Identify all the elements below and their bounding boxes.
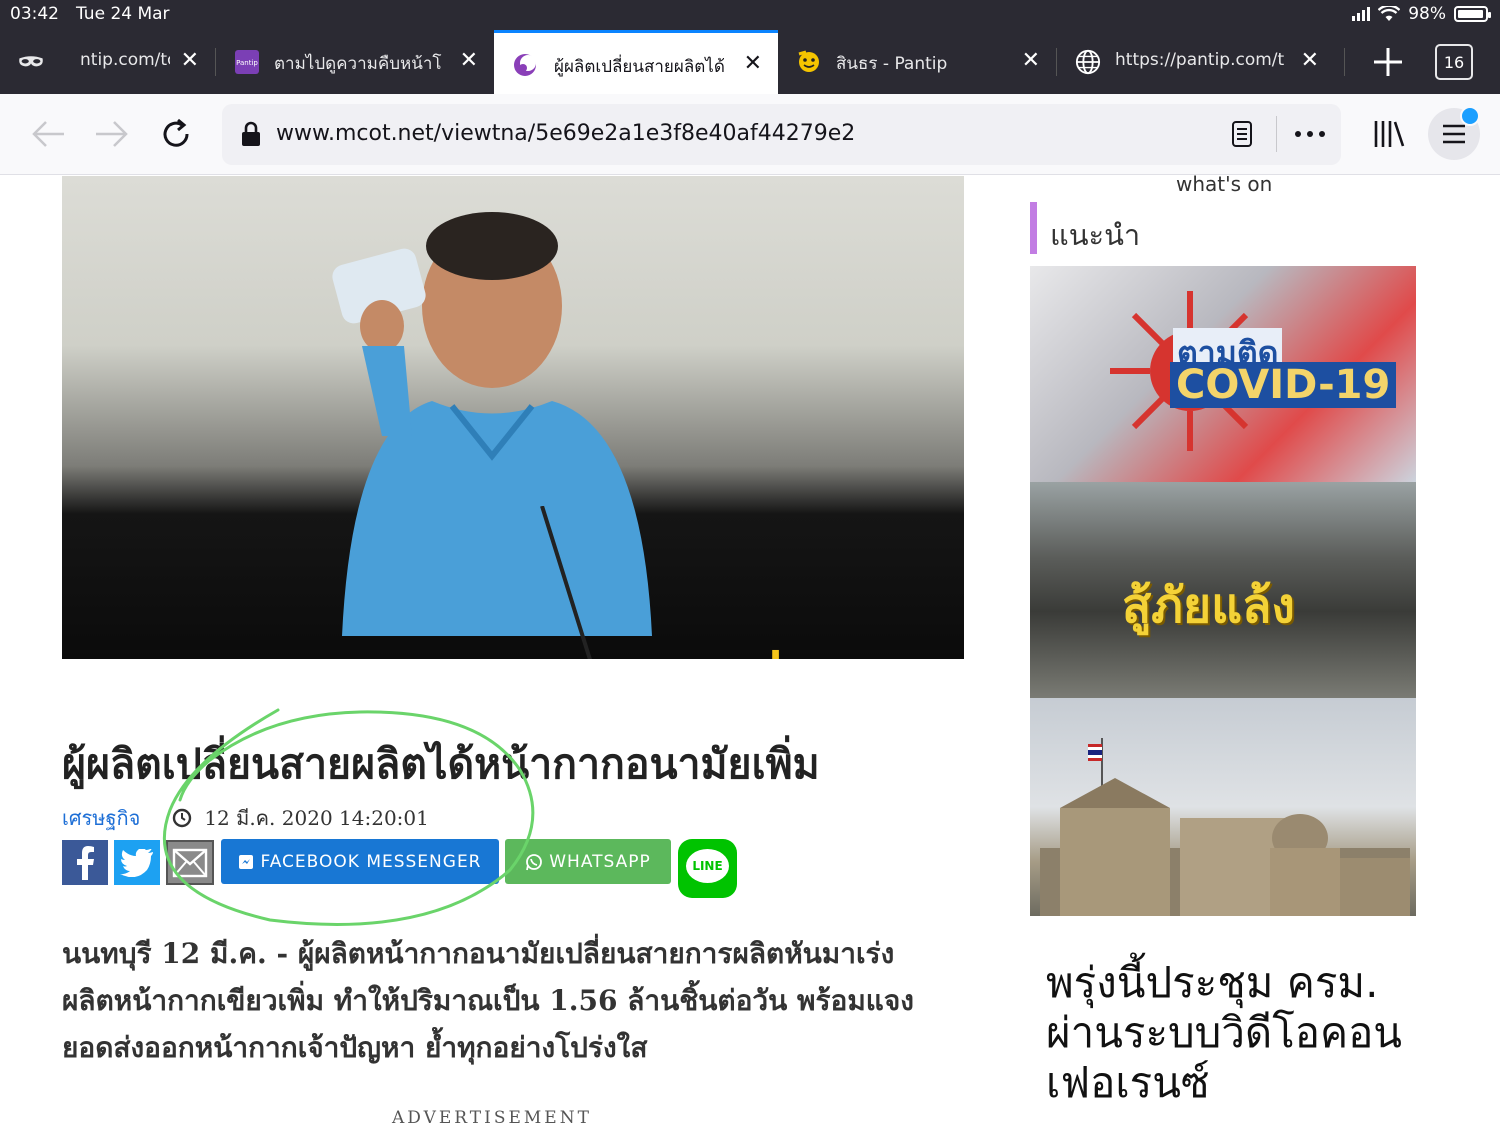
back-arrow-icon xyxy=(32,121,64,147)
section-accent-bar xyxy=(1030,202,1037,254)
tab-4-close-icon[interactable]: ✕ xyxy=(1022,48,1040,73)
tab-count: 16 xyxy=(1443,52,1465,72)
library-icon xyxy=(1374,121,1405,147)
page-actions-button[interactable] xyxy=(1290,118,1330,150)
status-time: 03:42 xyxy=(10,4,59,24)
battery-icon xyxy=(1454,6,1491,22)
mask-icon xyxy=(18,49,44,75)
annotation-circle xyxy=(162,708,535,926)
pantip-logo-icon: Pantip xyxy=(234,49,260,75)
recommend-heading: แนะนำ xyxy=(1050,218,1141,252)
share-facebook-button[interactable] xyxy=(62,840,108,885)
new-tab-button[interactable] xyxy=(1368,42,1408,82)
cellular-signal-icon xyxy=(1352,7,1371,21)
emoji-icon xyxy=(796,49,822,75)
reload-button[interactable] xyxy=(154,112,198,156)
advertisement-label: ADVERTISEMENT xyxy=(392,1108,592,1128)
sidebar-story-title[interactable]: พรุ่งนี้ประชุม ครม. ผ่านระบบวิดีโอคอนเฟอ… xyxy=(1046,958,1426,1108)
forward-button[interactable] xyxy=(90,112,134,156)
tab-5[interactable]: https://pantip.com/tc ✕ xyxy=(1057,30,1335,94)
facebook-icon xyxy=(77,845,94,880)
battery-percent: 98% xyxy=(1408,4,1446,24)
status-right: 98% xyxy=(1352,4,1491,24)
category-link[interactable]: เศรษฐกิจ xyxy=(62,802,140,834)
tab-2-title: ตามไปดูความคืบหน้าโ xyxy=(274,54,442,74)
reader-mode-icon xyxy=(1232,121,1252,147)
tab-1-close-icon[interactable]: ✕ xyxy=(181,48,199,73)
drought-card-label: สู้ภัยแล้ง xyxy=(1122,578,1295,634)
more-dots-icon xyxy=(1295,131,1325,137)
covid-card-label: COVID-19 xyxy=(1170,362,1397,408)
url-text: www.mcot.net/viewtna/5e69e2a1e3f8e40af44… xyxy=(276,121,856,146)
status-bar: 03:42 Tue 24 Mar 98% xyxy=(0,0,1500,30)
tab-5-close-icon[interactable]: ✕ xyxy=(1301,48,1319,73)
tab-1-title: ntip.com/tc xyxy=(80,50,170,70)
drought-card[interactable]: สู้ภัยแล้ง xyxy=(1030,482,1416,698)
share-line-button[interactable]: LINE xyxy=(678,839,737,898)
lead-line: ยอดส่งออกหน้ากากเจ้าปัญหา ย้ำทุกอย่างโปร… xyxy=(62,1031,648,1064)
mcot-logo-icon xyxy=(512,52,538,78)
whatsapp-label: WHATSAPP xyxy=(549,851,651,872)
microphone-icon xyxy=(540,506,592,659)
plus-icon xyxy=(1374,48,1402,76)
globe-icon xyxy=(1075,49,1101,75)
menu-button[interactable] xyxy=(1428,106,1480,160)
update-dot-icon xyxy=(1460,106,1480,126)
tab-5-title: https://pantip.com/tc xyxy=(1115,50,1285,70)
tab-bar: ntip.com/tc ✕ Pantip ตามไปดูความคืบหน้าโ… xyxy=(0,30,1500,94)
navigation-toolbar: www.mcot.net/viewtna/5e69e2a1e3f8e40af44… xyxy=(0,94,1500,175)
lead-line: นนทบุรี 12 มี.ค. - ผู้ผลิตหน้ากากอนามัยเ… xyxy=(62,937,895,970)
covid-card[interactable]: ตามติด COVID-19 xyxy=(1030,266,1416,482)
tab-3-title: ผู้ผลิตเปลี่ยนสายผลิตได้ xyxy=(554,57,724,77)
government-building-photo xyxy=(1040,738,1410,916)
reader-mode-button[interactable] xyxy=(1226,118,1258,150)
tab-3-active[interactable]: ผู้ผลิตเปลี่ยนสายผลิตได้ ✕ xyxy=(494,30,778,94)
tab-separator xyxy=(1344,48,1345,76)
wifi-icon xyxy=(1378,6,1401,21)
tab-count-button[interactable]: 16 xyxy=(1435,44,1473,80)
tab-3-close-icon[interactable]: ✕ xyxy=(744,51,762,76)
lead-line: ผลิตหน้ากากเขียวเพิ่ม ทำให้ปริมาณเป็น 1.… xyxy=(62,984,914,1017)
line-bubble-icon: LINE xyxy=(686,849,729,883)
lock-icon xyxy=(242,121,260,146)
hero-image: ผลิตหน้ากากเขียวเพิ่ม xyxy=(62,176,964,659)
tab-2[interactable]: Pantip ตามไปดูความคืบหน้าโ ✕ xyxy=(216,30,494,94)
reload-icon xyxy=(163,118,189,147)
tab-4-title: สินธร - Pantip xyxy=(836,54,948,74)
government-house-card[interactable] xyxy=(1030,698,1416,916)
url-bar[interactable]: www.mcot.net/viewtna/5e69e2a1e3f8e40af44… xyxy=(222,104,1341,165)
hero-caption: ผลิตหน้ากากเขียวเพิ่ม xyxy=(62,644,964,659)
battery-fill xyxy=(1458,10,1483,18)
svg-text:Pantip: Pantip xyxy=(236,59,258,67)
forward-arrow-icon xyxy=(96,121,128,147)
library-button[interactable] xyxy=(1366,112,1410,156)
tab-4[interactable]: สินธร - Pantip ✕ xyxy=(778,30,1056,94)
back-button[interactable] xyxy=(26,112,70,156)
whats-on-label: what's on xyxy=(1176,172,1273,196)
tab-2-close-icon[interactable]: ✕ xyxy=(460,48,478,73)
url-divider xyxy=(1276,116,1277,152)
status-date: Tue 24 Mar xyxy=(76,4,170,24)
tab-1[interactable]: ntip.com/tc ✕ xyxy=(0,30,215,94)
line-label: LINE xyxy=(692,859,723,873)
article-lead: นนทบุรี 12 มี.ค. - ผู้ผลิตหน้ากากอนามัยเ… xyxy=(62,930,942,1071)
